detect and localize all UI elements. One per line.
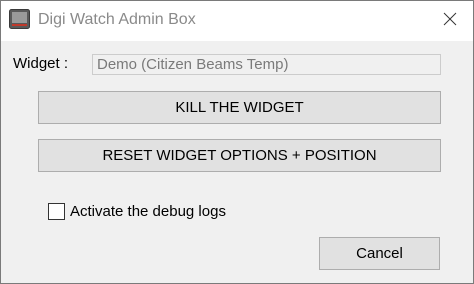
monitor-icon [9, 9, 30, 29]
debug-logs-label[interactable]: Activate the debug logs [70, 203, 226, 220]
reset-widget-button[interactable]: RESET WIDGET OPTIONS + POSITION [38, 139, 441, 172]
window-title: Digi Watch Admin Box [38, 11, 196, 28]
kill-widget-button[interactable]: KILL THE WIDGET [38, 91, 441, 124]
dialog-content: Widget : Demo (Citizen Beams Temp) KILL … [1, 41, 473, 283]
title-bar[interactable]: Digi Watch Admin Box [1, 1, 473, 41]
cancel-button[interactable]: Cancel [319, 237, 440, 270]
dialog-window: Digi Watch Admin Box Widget : Demo (Citi… [0, 0, 474, 284]
close-button[interactable] [427, 1, 473, 41]
widget-label: Widget : [13, 55, 69, 72]
close-icon [443, 12, 457, 30]
debug-logs-checkbox[interactable] [48, 203, 65, 220]
widget-field: Demo (Citizen Beams Temp) [92, 54, 441, 75]
